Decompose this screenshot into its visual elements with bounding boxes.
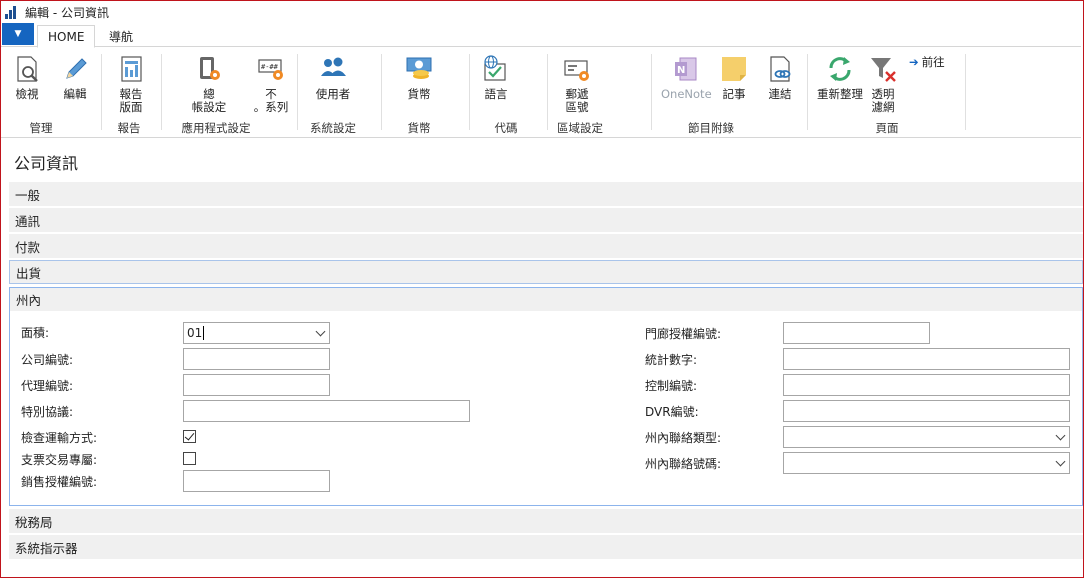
check-transport-label: 檢查運輸方式:: [21, 431, 98, 445]
report-layout-icon: [116, 54, 146, 84]
group-label-app-setup: 應用程式設定: [181, 121, 251, 135]
app-logo-icon: [5, 5, 19, 19]
dropdown-arrow-icon: ▼: [14, 29, 22, 39]
cheque-trade-checkbox[interactable]: [183, 452, 196, 465]
view-icon: [12, 54, 42, 84]
dvr-no-input[interactable]: [783, 400, 1070, 422]
group-label-system-setup: 系統設定: [310, 121, 356, 135]
currency-icon: [404, 54, 434, 84]
svg-text:N: N: [677, 65, 685, 76]
group-separator: [381, 54, 382, 130]
fasttab-intrastat[interactable]: 州內: [10, 288, 1082, 311]
group-label-manage: 管理: [29, 121, 53, 135]
group-separator: [651, 54, 652, 130]
postcode-button[interactable]: 郵遞 區號: [557, 54, 597, 114]
group-label-report: 報告: [117, 121, 141, 135]
users-icon: [318, 54, 348, 84]
envelope-gear-icon: [562, 54, 592, 84]
sales-auth-label: 銷售授權編號:: [21, 475, 98, 489]
area-label: 面積:: [21, 326, 50, 340]
arrow-right-icon: ➔: [909, 55, 919, 69]
tab-navigate[interactable]: 導航: [99, 25, 143, 48]
stat-number-label: 統計數字:: [645, 353, 698, 367]
svg-text:#-##: #-##: [261, 63, 279, 71]
fasttab-communication[interactable]: 通訊: [9, 208, 1083, 232]
contact-no-label: 州內聯絡號碼:: [645, 457, 722, 471]
edit-button[interactable]: 編輯: [57, 54, 93, 101]
group-label-regional: 區域設定: [557, 121, 603, 135]
group-label-currency: 貨幣: [407, 121, 431, 135]
group-label-codes: 代碼: [494, 121, 518, 135]
cheque-trade-label: 支票交易專屬:: [21, 453, 98, 467]
group-separator: [965, 54, 966, 130]
stat-number-input[interactable]: [783, 348, 1070, 370]
view-button[interactable]: 檢視: [9, 54, 45, 101]
pencil-icon: [60, 54, 90, 84]
fasttab-payments[interactable]: 付款: [9, 234, 1083, 258]
number-series-gear-icon: #-##: [256, 54, 286, 84]
group-separator: [547, 54, 548, 130]
group-separator: [101, 54, 102, 130]
area-value: 01: [187, 326, 203, 340]
agent-no-label: 代理編號:: [21, 379, 74, 393]
control-no-input[interactable]: [783, 374, 1070, 396]
sticky-note-icon: [719, 54, 749, 84]
page-title: 公司資訊: [14, 154, 79, 173]
ribbon: 檢視 編輯 管理 報告 版面 報告 總 帳設定 #-## 不 。系列 應用程式設…: [1, 48, 1081, 138]
dvr-no-label: DVR編號:: [645, 405, 699, 419]
group-separator: [297, 54, 298, 130]
group-label-page: 頁面: [875, 121, 899, 135]
company-no-input[interactable]: [183, 348, 330, 370]
contact-no-select[interactable]: [783, 452, 1070, 474]
currency-button[interactable]: 貨幣: [399, 54, 439, 101]
company-no-label: 公司編號:: [21, 353, 74, 367]
area-select[interactable]: 01: [183, 322, 330, 344]
group-separator: [807, 54, 808, 130]
report-layout-button[interactable]: 報告 版面: [111, 54, 151, 114]
window-title: 編輯 - 公司資訊: [25, 5, 109, 20]
fasttab-general[interactable]: 一般: [9, 182, 1083, 206]
refresh-icon: [825, 54, 855, 84]
gl-setup-button[interactable]: 總 帳設定: [187, 54, 231, 114]
clear-filter-button[interactable]: 透明 濾網: [865, 54, 901, 114]
special-agreement-input[interactable]: [183, 400, 470, 422]
tab-home[interactable]: HOME: [37, 25, 96, 48]
users-button[interactable]: 使用者: [309, 54, 357, 101]
group-separator: [469, 54, 470, 130]
ledger-gear-icon: [194, 54, 224, 84]
contact-type-select[interactable]: [783, 426, 1070, 448]
no-series-button[interactable]: #-## 不 。系列: [251, 54, 291, 114]
fasttab-system-indicator[interactable]: 系統指示器: [9, 535, 1083, 559]
links-button[interactable]: 連結: [763, 54, 797, 101]
control-no-label: 控制編號:: [645, 379, 698, 393]
group-label-show-attached: 節目附錄: [688, 121, 734, 135]
agent-no-input[interactable]: [183, 374, 330, 396]
fasttab-tax-office[interactable]: 稅務局: [9, 509, 1083, 533]
notes-button[interactable]: 記事: [717, 54, 751, 101]
group-separator: [161, 54, 162, 130]
sales-auth-input[interactable]: [183, 470, 330, 492]
onenote-button[interactable]: N OneNote: [661, 54, 712, 101]
gate-auth-input[interactable]: [783, 322, 930, 344]
onenote-icon: N: [671, 54, 701, 84]
app-menu-button[interactable]: ▼: [2, 23, 34, 45]
refresh-button[interactable]: 重新整理: [815, 54, 865, 101]
ribbon-tab-row: ▼ HOME 導航: [1, 23, 1081, 48]
contact-type-label: 州內聯絡類型:: [645, 431, 722, 445]
gate-auth-label: 門廊授權編號:: [645, 327, 722, 341]
goto-button[interactable]: ➔ 前往: [909, 54, 945, 70]
language-icon: [481, 54, 511, 84]
text-caret: [203, 326, 205, 340]
special-agreement-label: 特別協議:: [21, 405, 74, 419]
title-bar: 編輯 - 公司資訊: [1, 1, 1081, 23]
check-transport-checkbox[interactable]: [183, 430, 196, 443]
clear-filter-icon: [868, 54, 898, 84]
link-document-icon: [765, 54, 795, 84]
fasttab-shipping[interactable]: 出貨: [9, 260, 1083, 284]
language-button[interactable]: 語言: [479, 54, 513, 101]
